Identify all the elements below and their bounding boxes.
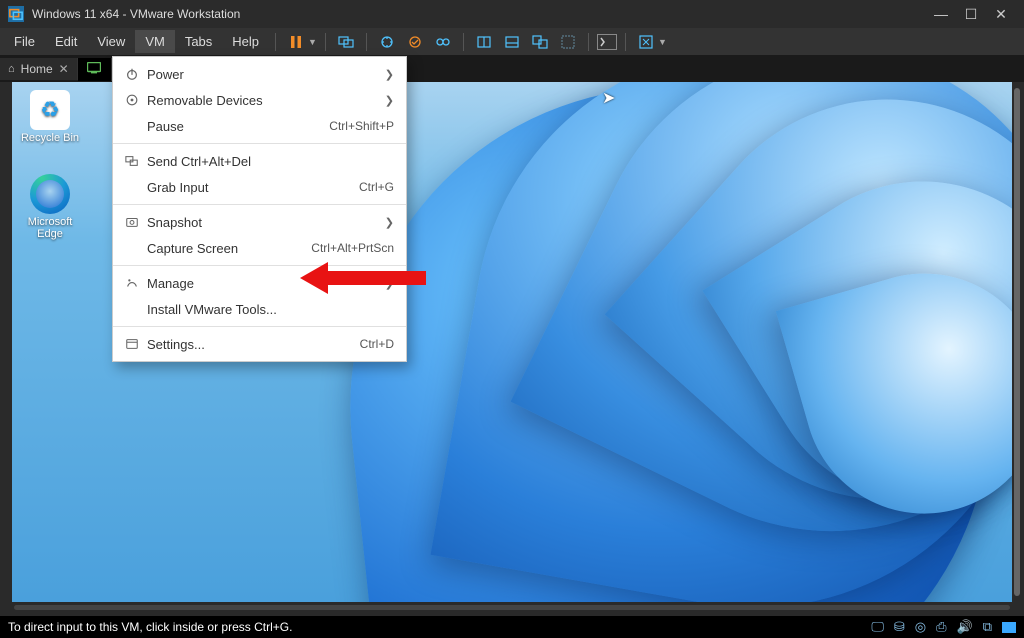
- submenu-arrow-icon: ❯: [385, 94, 394, 107]
- tab-home[interactable]: ⌂ Home ✕: [0, 58, 78, 80]
- snapshot-manager-icon[interactable]: [431, 30, 455, 54]
- menu-capture-screen[interactable]: Capture Screen Ctrl+Alt+PrtScn: [113, 235, 406, 261]
- window-minimize[interactable]: —: [926, 6, 956, 22]
- status-tray: 🖵 ⛁ ◎ ⎙ 🔊 ⧉: [871, 619, 1016, 635]
- manage-icon: [121, 276, 143, 290]
- power-icon: [121, 67, 143, 81]
- recycle-bin-icon: ♻: [30, 90, 70, 130]
- menu-vm[interactable]: VM: [135, 30, 175, 53]
- splitview-icon[interactable]: [472, 30, 496, 54]
- submenu-arrow-icon: ❯: [385, 68, 394, 81]
- statusbar: To direct input to this VM, click inside…: [0, 616, 1024, 638]
- menu-settings[interactable]: Settings... Ctrl+D: [113, 331, 406, 357]
- window-close[interactable]: ✕: [986, 6, 1016, 23]
- power-dropdown-caret[interactable]: ▼: [308, 37, 317, 47]
- home-icon: ⌂: [8, 63, 15, 75]
- status-network-icon[interactable]: ⧉: [983, 619, 992, 635]
- settings-icon: [121, 337, 143, 351]
- menu-shortcut: Ctrl+Shift+P: [329, 119, 394, 133]
- menu-shortcut: Ctrl+Alt+PrtScn: [311, 241, 394, 255]
- menu-shortcut: Ctrl+G: [359, 180, 394, 194]
- menu-shortcut: Ctrl+D: [360, 337, 394, 351]
- fullscreen-dropdown-caret[interactable]: ▼: [658, 37, 667, 47]
- send-cad-icon: [121, 154, 143, 168]
- desktop-icon-label: Microsoft Edge: [18, 216, 82, 240]
- vmware-app-icon: [8, 6, 24, 22]
- menu-power[interactable]: Power ❯: [113, 61, 406, 87]
- submenu-arrow-icon: ❯: [385, 277, 394, 290]
- desktop-recycle-bin[interactable]: ♻ Recycle Bin: [18, 90, 82, 144]
- menubar: File Edit View VM Tabs Help ▼ ▼: [0, 28, 1024, 56]
- menu-label: Pause: [143, 119, 329, 134]
- menu-grab-input[interactable]: Grab Input Ctrl+G: [113, 174, 406, 200]
- vm-tab-icon: [87, 62, 101, 77]
- menu-label: Power: [143, 67, 385, 82]
- window-title: Windows 11 x64 - VMware Workstation: [32, 7, 926, 21]
- menu-separator: [113, 143, 406, 144]
- pause-icon[interactable]: [284, 30, 308, 54]
- vm-dropdown-menu: Power ❯ Removable Devices ❯ Pause Ctrl+S…: [112, 56, 407, 362]
- menu-send-cad[interactable]: Send Ctrl+Alt+Del: [113, 148, 406, 174]
- send-cad-icon[interactable]: [334, 30, 358, 54]
- menu-snapshot[interactable]: Snapshot ❯: [113, 209, 406, 235]
- snapshot-take-icon[interactable]: [375, 30, 399, 54]
- tab-close[interactable]: ✕: [59, 62, 69, 76]
- menu-label: Capture Screen: [143, 241, 311, 256]
- menu-separator: [113, 265, 406, 266]
- separator: [366, 33, 367, 51]
- separator: [625, 33, 626, 51]
- window-maximize[interactable]: ☐: [956, 6, 986, 23]
- scrollbar-thumb[interactable]: [1014, 88, 1020, 596]
- snapshot-revert-icon[interactable]: [403, 30, 427, 54]
- status-text: To direct input to this VM, click inside…: [8, 620, 871, 634]
- submenu-arrow-icon: ❯: [385, 216, 394, 229]
- menu-install-vmware-tools[interactable]: Install VMware Tools...: [113, 296, 406, 322]
- menu-separator: [113, 326, 406, 327]
- console-icon[interactable]: [597, 34, 617, 50]
- menu-view[interactable]: View: [87, 30, 135, 53]
- menu-manage[interactable]: Manage ❯: [113, 270, 406, 296]
- tab-vm[interactable]: [78, 58, 112, 81]
- separator: [588, 33, 589, 51]
- menu-help[interactable]: Help: [222, 30, 269, 53]
- mouse-cursor: ➤: [602, 88, 616, 108]
- vertical-scrollbar[interactable]: [1014, 88, 1020, 596]
- menu-removable-devices[interactable]: Removable Devices ❯: [113, 87, 406, 113]
- fullscreen-icon[interactable]: [634, 30, 658, 54]
- separator: [275, 33, 276, 51]
- quickswitch-icon[interactable]: [500, 30, 524, 54]
- menu-tabs[interactable]: Tabs: [175, 30, 222, 53]
- tab-label: Home: [21, 62, 53, 76]
- status-display-icon[interactable]: 🖵: [871, 619, 884, 635]
- edge-icon: [30, 174, 70, 214]
- desktop-edge[interactable]: Microsoft Edge: [18, 174, 82, 240]
- status-cd-icon[interactable]: ◎: [915, 619, 926, 635]
- status-vm-indicator[interactable]: [1002, 622, 1016, 633]
- snapshot-icon: [121, 215, 143, 229]
- menu-label: Settings...: [143, 337, 360, 352]
- status-disk-icon[interactable]: ⛁: [894, 619, 905, 635]
- menu-label: Grab Input: [143, 180, 359, 195]
- menu-file[interactable]: File: [4, 30, 45, 53]
- status-sound-icon[interactable]: 🔊: [957, 619, 973, 635]
- titlebar: Windows 11 x64 - VMware Workstation — ☐ …: [0, 0, 1024, 28]
- menu-edit[interactable]: Edit: [45, 30, 87, 53]
- separator: [463, 33, 464, 51]
- separator: [325, 33, 326, 51]
- menu-label: Manage: [143, 276, 385, 291]
- menu-pause[interactable]: Pause Ctrl+Shift+P: [113, 113, 406, 139]
- menu-label: Removable Devices: [143, 93, 385, 108]
- removable-icon: [121, 93, 143, 107]
- stretch-icon[interactable]: [556, 30, 580, 54]
- menu-label: Snapshot: [143, 215, 385, 230]
- status-print-icon[interactable]: ⎙: [936, 619, 946, 635]
- horizontal-scrollbar[interactable]: [14, 605, 1010, 610]
- desktop-icon-label: Recycle Bin: [18, 132, 82, 144]
- unity-icon[interactable]: [528, 30, 552, 54]
- menu-separator: [113, 204, 406, 205]
- menu-label: Send Ctrl+Alt+Del: [143, 154, 394, 169]
- menu-label: Install VMware Tools...: [143, 302, 394, 317]
